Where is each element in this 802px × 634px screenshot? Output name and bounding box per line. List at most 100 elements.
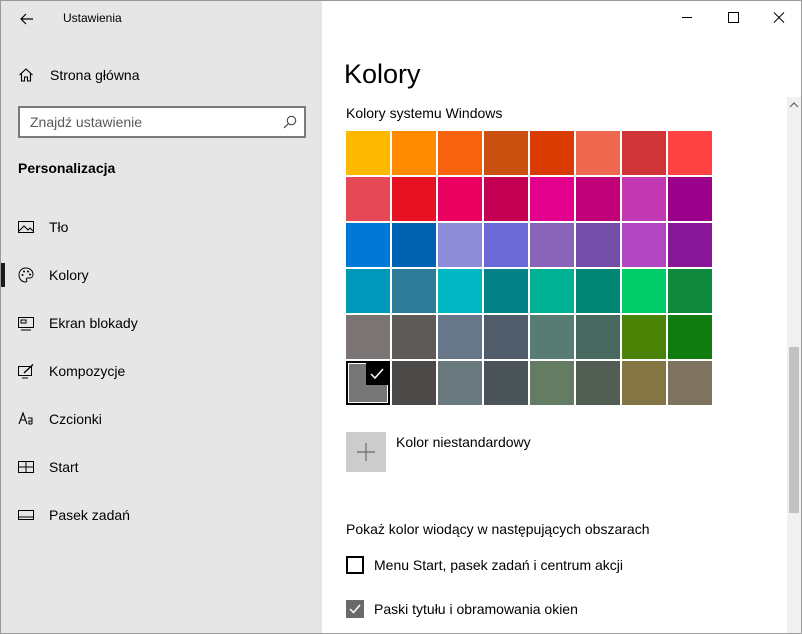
color-swatch[interactable] bbox=[346, 177, 390, 221]
color-swatch[interactable] bbox=[484, 177, 528, 221]
sidebar-item-label: Ekran blokady bbox=[49, 315, 138, 331]
checkbox-label: Menu Start, pasek zadań i centrum akcji bbox=[374, 557, 624, 573]
color-swatch[interactable] bbox=[438, 223, 482, 267]
color-swatch[interactable] bbox=[392, 177, 436, 221]
color-swatch[interactable] bbox=[392, 269, 436, 313]
title-bars-checkbox-row[interactable]: Paski tytułu i obramowania okien bbox=[346, 599, 706, 623]
minimize-button[interactable] bbox=[664, 1, 710, 33]
selection-indicator bbox=[1, 263, 5, 287]
title-bars-checkbox[interactable] bbox=[346, 600, 364, 618]
close-button[interactable] bbox=[755, 1, 801, 33]
scroll-up-button[interactable] bbox=[787, 97, 801, 113]
main-content: Kolory Kolory systemu Windows Kolor nies… bbox=[322, 1, 801, 633]
search-icon[interactable] bbox=[282, 114, 298, 130]
sidebar-item-start[interactable]: Start bbox=[1, 447, 322, 487]
color-swatch[interactable] bbox=[484, 361, 528, 405]
color-swatch[interactable] bbox=[438, 131, 482, 175]
checkmark-icon bbox=[366, 363, 388, 385]
color-swatch[interactable] bbox=[622, 361, 666, 405]
themes-icon bbox=[18, 363, 34, 379]
color-swatch[interactable] bbox=[530, 269, 574, 313]
sidebar-item-kompozycje[interactable]: Kompozycje bbox=[1, 351, 322, 391]
maximize-button[interactable] bbox=[710, 1, 756, 33]
home-nav-item[interactable]: Strona główna bbox=[1, 61, 322, 89]
sidebar-item-label: Czcionki bbox=[49, 411, 102, 427]
color-swatch[interactable] bbox=[622, 269, 666, 313]
maximize-icon bbox=[728, 12, 739, 23]
checkmark-icon bbox=[349, 604, 361, 614]
color-swatch[interactable] bbox=[484, 269, 528, 313]
sidebar-item-label: Kolory bbox=[49, 267, 89, 283]
color-swatch[interactable] bbox=[576, 131, 620, 175]
color-swatch[interactable] bbox=[530, 361, 574, 405]
checkbox-label: Paski tytułu i obramowania okien bbox=[374, 601, 578, 617]
sidebar-item-kolory[interactable]: Kolory bbox=[1, 255, 322, 295]
home-icon bbox=[19, 68, 33, 82]
color-swatch[interactable] bbox=[484, 223, 528, 267]
sidebar: Ustawienia Strona główna Personalizacja … bbox=[1, 1, 322, 633]
color-swatch[interactable] bbox=[668, 177, 712, 221]
back-arrow-icon bbox=[20, 13, 33, 25]
color-swatch[interactable] bbox=[622, 223, 666, 267]
sidebar-item-pasek-zadan[interactable]: Pasek zadań bbox=[1, 495, 322, 535]
color-swatch[interactable] bbox=[530, 177, 574, 221]
chevron-up-icon bbox=[789, 102, 799, 108]
sidebar-item-label: Kompozycje bbox=[49, 363, 126, 379]
color-swatch[interactable] bbox=[530, 223, 574, 267]
color-swatch[interactable] bbox=[484, 315, 528, 359]
sidebar-item-label: Pasek zadań bbox=[49, 507, 130, 523]
sidebar-item-tlo[interactable]: Tło bbox=[1, 207, 322, 247]
fonts-icon bbox=[18, 411, 33, 425]
search-input[interactable] bbox=[20, 108, 280, 136]
color-swatch[interactable] bbox=[346, 269, 390, 313]
color-swatch[interactable] bbox=[576, 315, 620, 359]
color-swatch[interactable] bbox=[668, 269, 712, 313]
show-accent-heading: Pokaż kolor wiodący w następujących obsz… bbox=[346, 521, 650, 537]
sidebar-item-czcionki[interactable]: Czcionki bbox=[1, 399, 322, 439]
sidebar-item-label: Start bbox=[49, 459, 79, 475]
color-swatch[interactable] bbox=[576, 361, 620, 405]
sidebar-item-label: Tło bbox=[49, 219, 69, 235]
color-swatch[interactable] bbox=[392, 131, 436, 175]
color-swatch[interactable] bbox=[576, 177, 620, 221]
color-swatch[interactable] bbox=[530, 315, 574, 359]
sidebar-item-ekran-blokady[interactable]: Ekran blokady bbox=[1, 303, 322, 343]
color-swatch[interactable] bbox=[484, 131, 528, 175]
custom-color-label[interactable]: Kolor niestandardowy bbox=[396, 434, 531, 450]
scroll-thumb[interactable] bbox=[789, 347, 799, 513]
search-box bbox=[18, 106, 306, 138]
color-swatch[interactable] bbox=[346, 315, 390, 359]
taskbar-icon bbox=[18, 510, 34, 520]
color-swatch[interactable] bbox=[392, 315, 436, 359]
color-swatch[interactable] bbox=[392, 361, 436, 405]
custom-color-button[interactable] bbox=[346, 432, 386, 472]
color-swatch[interactable] bbox=[392, 223, 436, 267]
lock-screen-icon bbox=[18, 317, 34, 331]
color-swatch[interactable] bbox=[438, 177, 482, 221]
page-title: Kolory bbox=[344, 59, 421, 89]
color-swatch[interactable] bbox=[668, 223, 712, 267]
color-swatch[interactable] bbox=[346, 223, 390, 267]
start-icon bbox=[18, 461, 34, 473]
back-button[interactable] bbox=[17, 9, 37, 29]
color-swatch[interactable] bbox=[668, 131, 712, 175]
color-swatch[interactable] bbox=[346, 131, 390, 175]
color-swatch-selected[interactable] bbox=[346, 361, 390, 405]
color-swatch[interactable] bbox=[622, 177, 666, 221]
color-swatch[interactable] bbox=[622, 315, 666, 359]
windows-colors-heading: Kolory systemu Windows bbox=[346, 105, 503, 121]
start-taskbar-checkbox-row[interactable]: Menu Start, pasek zadań i centrum akcji bbox=[346, 555, 706, 579]
color-swatch[interactable] bbox=[438, 315, 482, 359]
color-swatch[interactable] bbox=[530, 131, 574, 175]
color-swatch[interactable] bbox=[438, 269, 482, 313]
color-swatch[interactable] bbox=[668, 315, 712, 359]
color-swatch[interactable] bbox=[576, 269, 620, 313]
color-swatch[interactable] bbox=[668, 361, 712, 405]
app-title: Ustawienia bbox=[63, 11, 122, 25]
start-taskbar-checkbox[interactable] bbox=[346, 556, 364, 574]
color-swatch[interactable] bbox=[438, 361, 482, 405]
section-heading: Personalizacja bbox=[18, 160, 116, 176]
vertical-scrollbar[interactable] bbox=[787, 97, 801, 633]
color-swatch[interactable] bbox=[622, 131, 666, 175]
color-swatch[interactable] bbox=[576, 223, 620, 267]
